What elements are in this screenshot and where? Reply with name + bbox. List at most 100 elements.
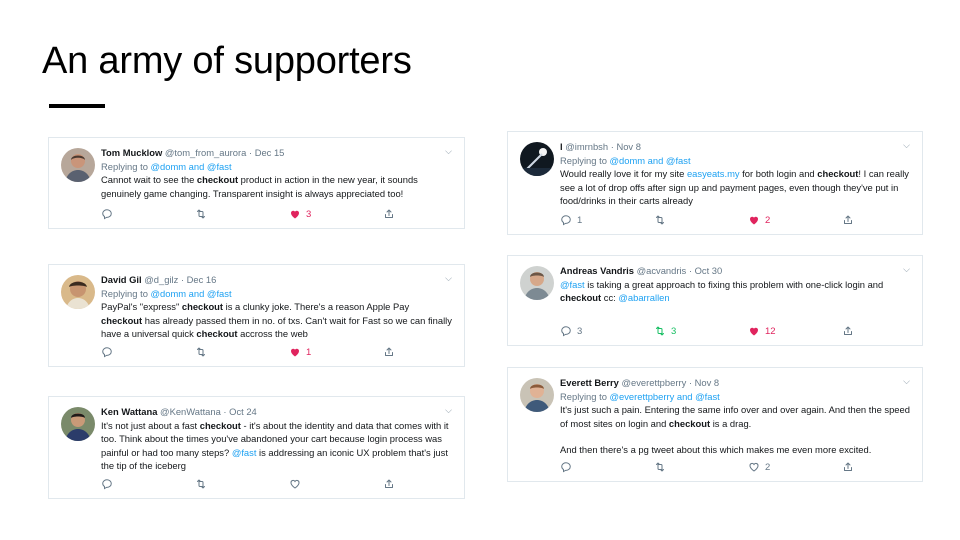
reply-icon <box>101 346 113 358</box>
retweet-button[interactable] <box>654 461 671 473</box>
mention-link[interactable]: @abarrallen <box>618 292 669 303</box>
retweet-button[interactable] <box>195 478 212 490</box>
author-name[interactable]: l <box>560 141 563 152</box>
tweet-actions: 2 <box>560 461 910 475</box>
author-name[interactable]: David Gil <box>101 274 142 285</box>
like-count: 1 <box>306 346 312 358</box>
share-button[interactable] <box>383 346 395 358</box>
tweet-card[interactable]: ⌵ Tom Mucklow @tom_from_aurora · Dec 15 … <box>48 137 465 229</box>
author-handle[interactable]: @imrnbsh <box>565 141 608 152</box>
like-button[interactable] <box>289 478 306 490</box>
tweet-text: PayPal's "express" checkout is a clunky … <box>101 301 452 340</box>
share-button[interactable] <box>842 325 854 337</box>
site-link[interactable]: easyeats.my <box>687 168 740 179</box>
reply-mentions[interactable]: @domm and @fast <box>610 155 691 166</box>
tweet-text: It's not just about a fast checkout - it… <box>101 419 449 472</box>
chevron-down-icon[interactable]: ⌵ <box>445 405 452 416</box>
tweet-actions: 1 <box>101 346 452 360</box>
tweet-text: Cannot wait to see the checkout product … <box>101 174 418 199</box>
reply-button[interactable] <box>101 208 118 220</box>
tweet-date[interactable]: Dec 15 <box>255 147 285 158</box>
tweet-date[interactable]: Nov 8 <box>616 141 641 152</box>
reply-button[interactable]: 1 <box>560 214 582 226</box>
tweet-date[interactable]: Nov 8 <box>695 377 720 388</box>
replying-to: Replying to @domm and @fast <box>101 287 232 299</box>
tweet-card[interactable]: ⌵ l @imrnbsh · Nov 8 Replying to @domm a… <box>507 131 923 235</box>
mention-link[interactable]: @fast <box>232 447 257 458</box>
share-button[interactable] <box>842 461 854 473</box>
tweet-date[interactable]: Oct 30 <box>695 265 723 276</box>
chevron-down-icon[interactable]: ⌵ <box>903 140 910 151</box>
tweet-card[interactable]: ⌵ Andreas Vandris @acvandris · Oct 30 @f… <box>507 255 923 346</box>
tweet-text: It's just such a pain. Entering the same… <box>560 404 910 429</box>
replying-to: Replying to @everettpberry and @fast <box>560 390 720 402</box>
chevron-down-icon[interactable]: ⌵ <box>903 264 910 275</box>
author-name[interactable]: Tom Mucklow <box>101 147 162 158</box>
slide-title: An army of supporters <box>42 40 412 82</box>
tweet-text-paragraph: And then there's a pg tweet about this w… <box>560 444 872 456</box>
avatar[interactable] <box>520 266 554 300</box>
chevron-down-icon[interactable]: ⌵ <box>903 376 910 387</box>
author-handle[interactable]: @KenWattana <box>160 406 221 417</box>
retweet-button[interactable]: 3 <box>654 325 676 337</box>
tweet-card[interactable]: ⌵ Everett Berry @everettpberry · Nov 8 R… <box>507 367 923 482</box>
reply-mentions[interactable]: @domm and @fast <box>151 288 232 299</box>
reply-icon <box>101 478 113 490</box>
share-button[interactable] <box>383 478 395 490</box>
tweet-actions: 3 <box>101 208 452 222</box>
author-handle[interactable]: @everettpberry <box>622 377 687 388</box>
share-icon <box>383 346 395 358</box>
title-underline <box>49 104 105 108</box>
chevron-down-icon[interactable]: ⌵ <box>445 146 452 157</box>
like-button[interactable]: 3 <box>289 208 311 220</box>
author-name[interactable]: Ken Wattana <box>101 406 157 417</box>
avatar[interactable] <box>61 407 95 441</box>
tweet-text: @fast is taking a great approach to fixi… <box>560 278 884 304</box>
like-icon <box>289 208 301 220</box>
retweet-button[interactable] <box>195 346 212 358</box>
like-count: 12 <box>765 325 776 337</box>
retweet-icon <box>195 346 207 358</box>
like-icon <box>748 325 760 337</box>
avatar[interactable] <box>61 148 95 182</box>
author-handle[interactable]: @acvandris <box>637 265 687 276</box>
like-button[interactable]: 1 <box>289 346 311 358</box>
share-icon <box>842 214 854 226</box>
mention-link[interactable]: @fast <box>560 279 585 290</box>
share-button[interactable] <box>383 208 395 220</box>
like-button[interactable]: 12 <box>748 325 776 337</box>
reply-button[interactable] <box>560 461 577 473</box>
author-handle[interactable]: @d_gilz <box>144 274 178 285</box>
reply-mentions[interactable]: @domm and @fast <box>151 161 232 172</box>
reply-button[interactable]: 3 <box>560 325 582 337</box>
share-icon <box>383 208 395 220</box>
chevron-down-icon[interactable]: ⌵ <box>445 273 452 284</box>
share-button[interactable] <box>842 214 854 226</box>
avatar[interactable] <box>520 142 554 176</box>
retweet-icon <box>654 461 666 473</box>
retweet-icon <box>654 325 666 337</box>
tweet-card[interactable]: ⌵ David Gil @d_gilz · Dec 16 Replying to… <box>48 264 465 367</box>
tweet-actions: 3 3 12 <box>560 325 910 339</box>
like-button[interactable]: 2 <box>748 461 770 473</box>
reply-button[interactable] <box>101 478 118 490</box>
retweet-icon <box>195 478 207 490</box>
tweet-card[interactable]: ⌵ Ken Wattana @KenWattana · Oct 24 It's … <box>48 396 465 499</box>
like-count: 2 <box>765 214 771 226</box>
share-icon <box>842 461 854 473</box>
tweet-date[interactable]: Oct 24 <box>229 406 257 417</box>
reply-mentions[interactable]: @everettpberry and @fast <box>610 391 720 402</box>
retweet-button[interactable] <box>654 214 671 226</box>
retweet-button[interactable] <box>195 208 212 220</box>
retweet-count: 3 <box>671 325 677 337</box>
author-name[interactable]: Andreas Vandris <box>560 265 634 276</box>
avatar[interactable] <box>520 378 554 412</box>
tweet-date[interactable]: Dec 16 <box>187 274 217 285</box>
reply-button[interactable] <box>101 346 118 358</box>
author-handle[interactable]: @tom_from_aurora <box>165 147 246 158</box>
like-icon <box>748 461 760 473</box>
avatar[interactable] <box>61 275 95 309</box>
author-name[interactable]: Everett Berry <box>560 377 619 388</box>
like-icon <box>289 346 301 358</box>
like-button[interactable]: 2 <box>748 214 770 226</box>
